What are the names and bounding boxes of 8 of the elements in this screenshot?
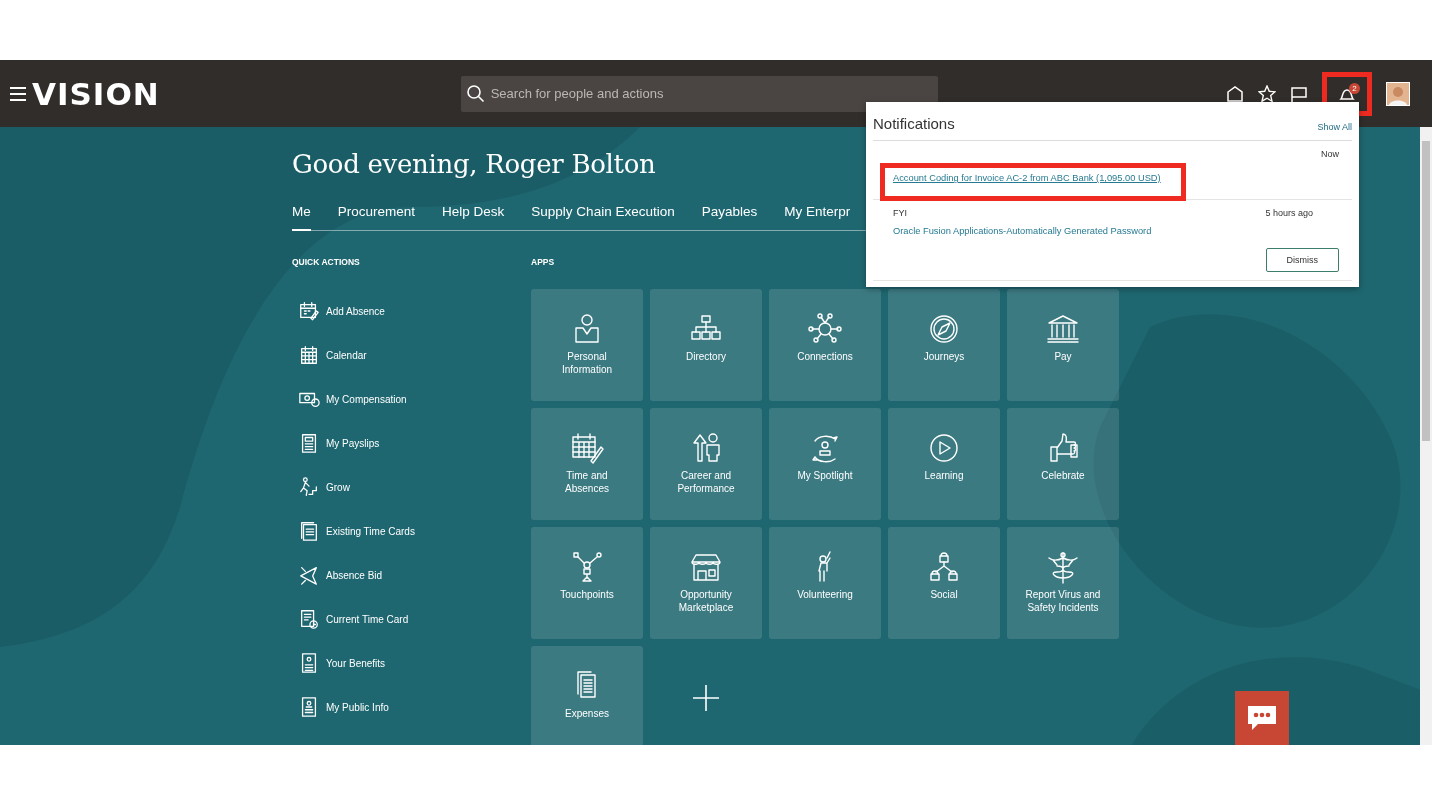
notification-time: Now [1321, 149, 1339, 159]
notification-count: 2 [1349, 82, 1360, 94]
section-heading: QUICK ACTIONS [292, 257, 361, 267]
greeting: Good evening, Roger Bolton [292, 149, 656, 179]
section-heading: APPS [531, 257, 556, 267]
notification-type: FYI [893, 208, 908, 218]
panel-title: Notifications [873, 115, 955, 132]
notification-time: 5 hours ago [1265, 208, 1315, 218]
